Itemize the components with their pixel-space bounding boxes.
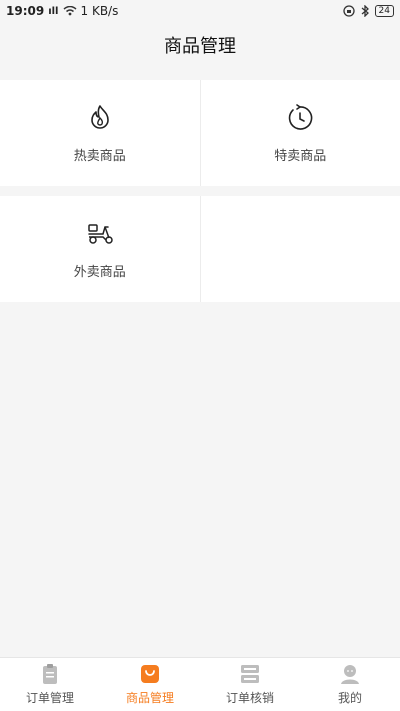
status-bar: 19:09 ıll 1 KB/s 24 — [0, 0, 400, 22]
scooter-icon — [88, 223, 113, 244]
tile-row: 外卖商品 — [0, 196, 400, 302]
tile-hot-products[interactable]: 热卖商品 — [0, 80, 200, 186]
server-icon — [241, 665, 259, 683]
tile-label: 外卖商品 — [73, 264, 126, 280]
clock-icon — [289, 103, 313, 130]
signal-icon: ıll — [48, 5, 59, 17]
tile-row: 热卖商品 特卖商品 — [0, 80, 400, 186]
user-icon — [341, 665, 359, 684]
alarm-icon — [342, 5, 355, 17]
tab-label: 商品管理 — [125, 691, 174, 705]
tab-label: 订单核销 — [225, 691, 274, 705]
flame-icon — [90, 104, 109, 129]
tab-me[interactable]: 我的 — [300, 658, 400, 711]
tab-label: 订单管理 — [25, 691, 74, 705]
tile-label: 热卖商品 — [73, 148, 126, 164]
bluetooth-icon — [361, 5, 369, 17]
tab-bar: 订单管理 商品管理 订单核销 我的 — [0, 657, 400, 711]
status-time: 19:09 — [6, 4, 45, 18]
tile-takeout-products[interactable]: 外卖商品 — [0, 196, 200, 302]
tab-label: 我的 — [337, 691, 362, 705]
page-title: 商品管理 — [0, 22, 400, 68]
tab-verify[interactable]: 订单核销 — [200, 658, 300, 711]
wifi-icon — [63, 6, 76, 16]
tile-empty — [200, 196, 400, 302]
tile-sale-products[interactable]: 特卖商品 — [200, 80, 400, 186]
tile-label: 特卖商品 — [274, 148, 327, 164]
bag-icon — [141, 665, 159, 683]
battery-indicator: 24 — [374, 5, 394, 17]
clipboard-icon — [43, 664, 57, 684]
tab-products[interactable]: 商品管理 — [100, 658, 200, 711]
tab-orders[interactable]: 订单管理 — [0, 658, 100, 711]
network-speed: 1 KB/s — [80, 4, 119, 18]
